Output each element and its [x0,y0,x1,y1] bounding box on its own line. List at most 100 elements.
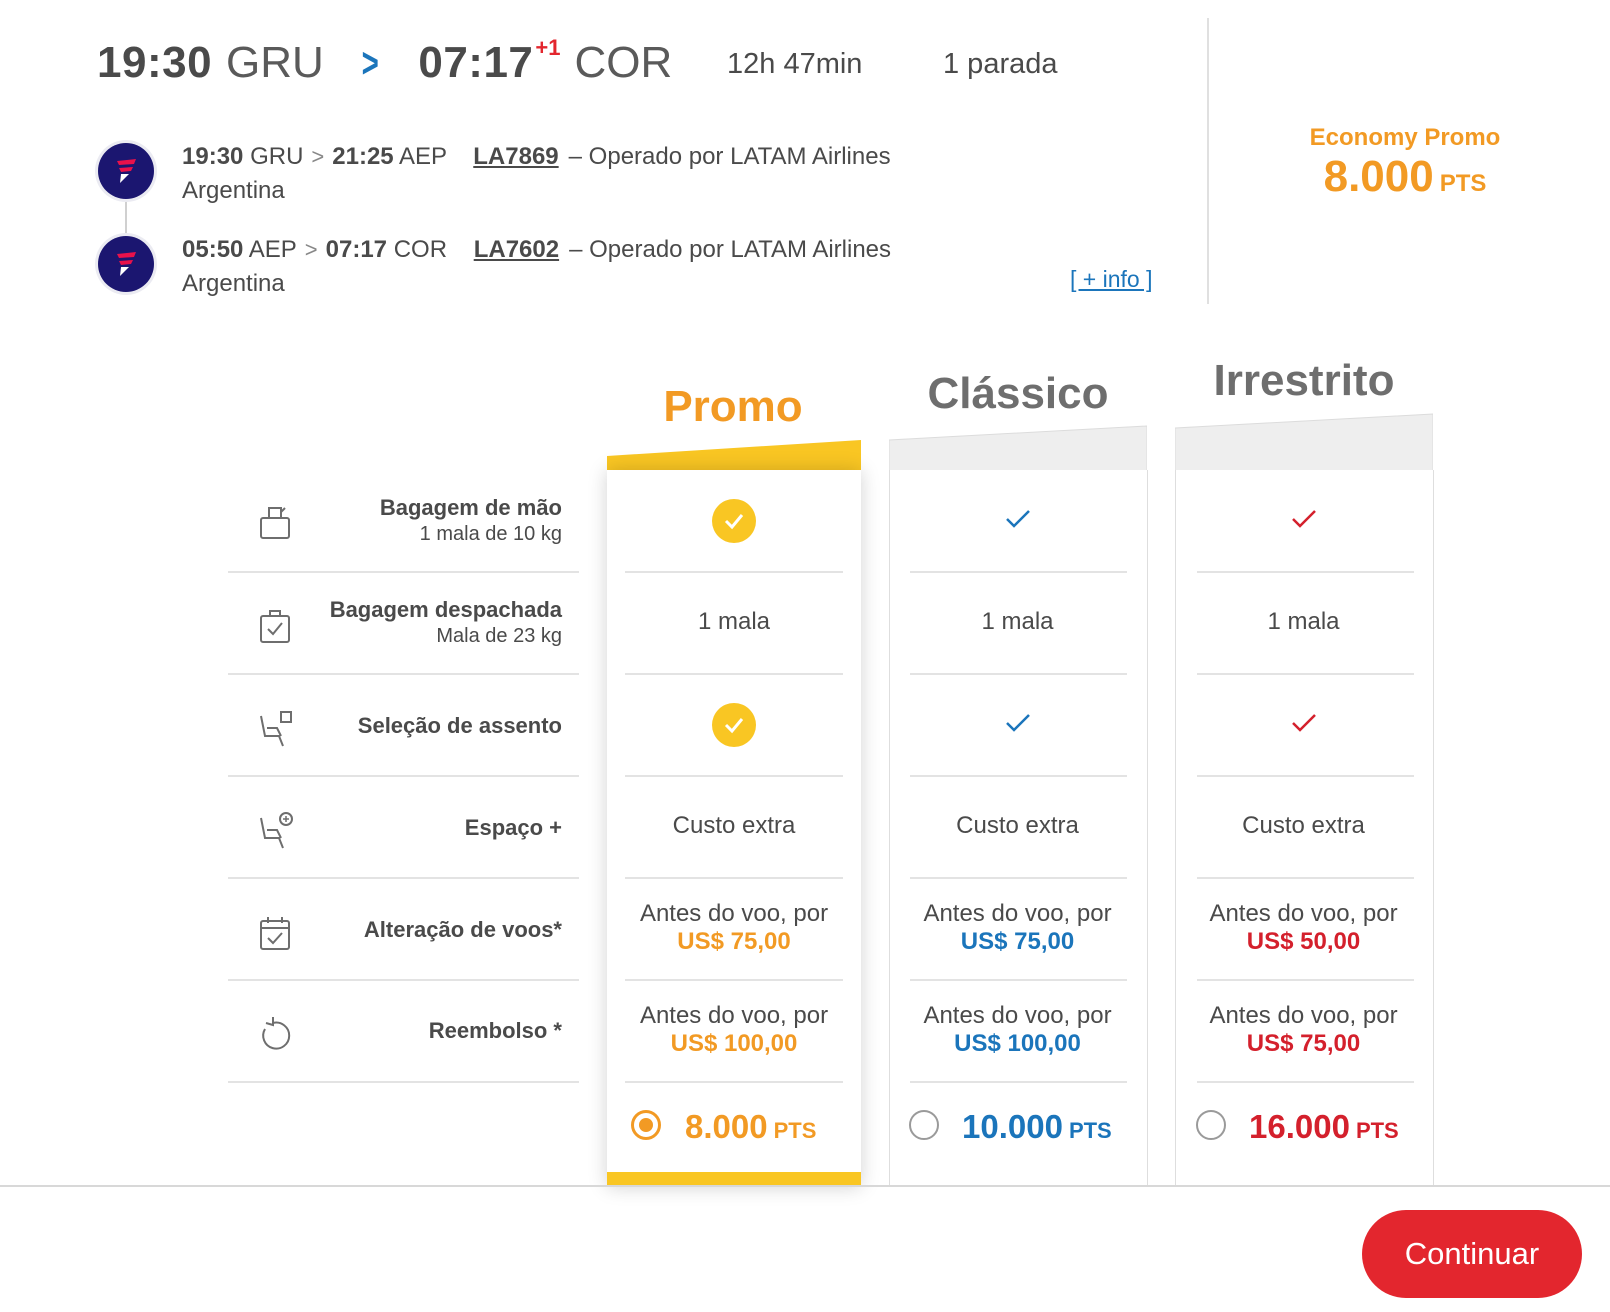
check-icon [1292,714,1316,732]
column-title-classico[interactable]: Clássico [889,369,1147,419]
check-circle-icon [712,499,756,543]
feature-subtitle: 1 mala de 10 kg [419,523,562,545]
fare-radio-promo[interactable] [631,1110,661,1140]
plus-day-badge: +1 [535,35,561,60]
footer-divider [0,1185,1610,1187]
departure-airport: GRU [226,38,324,87]
points-value: 8.000 [685,1108,768,1145]
row-divider [228,1081,579,1083]
selected-fare-unit: PTS [1439,170,1487,197]
cell-refund-promo: Antes do voo, por US$ 100,00 [607,1002,861,1058]
row-divider [1197,1081,1414,1083]
row-divider [625,673,843,675]
feature-title: Espaço + [464,815,562,840]
row-divider [910,571,1127,573]
fare-radio-classico[interactable] [909,1110,939,1140]
cell-checked-bag-classico: 1 mala [981,608,1054,635]
leg-1: 19:30 GRU >21:25 AEP LA7869 – Operado por … [182,140,1002,208]
points-value: 10.000 [962,1108,1063,1145]
selected-fare-label: Economy Promo [1309,124,1501,151]
refund-price: US$ 100,00 [954,1030,1081,1057]
leg-2-arr-time: 07:17 [325,236,388,263]
departure-time: 19:30 [97,38,213,87]
radio-dot [639,1118,653,1132]
leg-2-flight-number[interactable]: LA7602 [474,236,559,263]
fare-points-promo: 8.000 PTS [685,1108,816,1146]
more-info-link[interactable]: [ + info ] [1070,266,1152,293]
points-unit: PTS [773,1118,817,1143]
row-divider [625,1081,843,1083]
fare-points-classico: 10.000 PTS [962,1108,1112,1146]
leg-2-arr-code: COR [393,236,448,263]
cell-checked-bag-irrestrito: 1 mala [1267,608,1340,635]
leg-2-dep-code: AEP [248,236,297,263]
row-divider [910,877,1127,879]
refund-price: US$ 75,00 [1246,1030,1361,1057]
chevron-right-icon: > [361,39,379,86]
arrival-airport: COR [574,38,673,87]
row-divider [1197,979,1414,981]
promo-column-tab[interactable] [607,438,861,472]
refund-text: Antes do voo, por [923,1002,1112,1029]
points-value: 16.000 [1249,1108,1350,1145]
cell-change-irrestrito: Antes do voo, por US$ 50,00 [1175,900,1432,956]
cell-extra-space-promo: Custo extra [672,812,796,839]
change-text: Antes do voo, por [639,900,829,927]
row-divider [228,673,579,675]
change-price: US$ 75,00 [960,928,1075,955]
cell-extra-space-classico: Custo extra [956,812,1079,839]
chevron-right-icon: > [304,237,318,262]
leg-2: 05:50 AEP >07:17 COR LA7602 – Operado por … [182,233,1002,301]
leg-1-arr-time: 21:25 [332,143,394,170]
check-circle-icon [712,703,756,747]
leg-2-dep-time: 05:50 [182,236,244,263]
change-price: US$ 50,00 [1246,928,1361,955]
row-divider [625,571,843,573]
cell-change-promo: Antes do voo, por US$ 75,00 [607,900,861,956]
cell-change-classico: Antes do voo, por US$ 75,00 [889,900,1146,956]
row-divider [1197,571,1414,573]
irrestrito-column-tab[interactable] [1175,412,1433,472]
chevron-right-icon: > [311,144,325,169]
change-text: Antes do voo, por [1209,900,1398,927]
row-divider [228,571,579,573]
feature-title: Reembolso * [428,1018,562,1043]
fare-points-irrestrito: 16.000 PTS [1249,1108,1399,1146]
row-divider [228,979,579,981]
leg-1-flight-number[interactable]: LA7869 [473,143,558,170]
refund-text: Antes do voo, por [639,1002,829,1029]
cell-extra-space-irrestrito: Custo extra [1242,812,1365,839]
row-divider [910,775,1127,777]
feature-title: Bagagem despachada [329,597,562,622]
leg-2-operator-country: Argentina [182,270,285,297]
stops-count: 1 parada [943,48,1058,80]
change-price: US$ 75,00 [677,928,791,955]
arrival-time: 07:17 [418,38,534,87]
feature-title: Seleção de assento [357,713,562,738]
refund-text: Antes do voo, por [1209,1002,1398,1029]
column-title-irrestrito[interactable]: Irrestrito [1175,356,1433,406]
leg-1-dep-time: 19:30 [182,143,244,170]
refund-price: US$ 100,00 [670,1030,798,1057]
row-divider [625,979,843,981]
row-divider [625,877,843,879]
leg-1-operator-country: Argentina [182,177,285,204]
leg-2-operator: – Operado por LATAM Airlines [569,236,892,263]
row-divider [910,979,1127,981]
latam-logo-icon [98,236,154,292]
feature-title: Bagagem de mão [379,495,562,520]
cell-refund-classico: Antes do voo, por US$ 100,00 [889,1002,1146,1058]
check-icon [1006,510,1030,528]
row-divider [1197,775,1414,777]
classico-column-tab[interactable] [889,424,1147,472]
change-text: Antes do voo, por [923,900,1112,927]
row-divider [910,673,1127,675]
row-divider [1197,673,1414,675]
continue-button[interactable]: Continuar [1362,1210,1582,1298]
divider [1207,18,1209,304]
column-title-promo[interactable]: Promo [607,382,859,432]
fare-radio-irrestrito[interactable] [1196,1110,1226,1140]
points-unit: PTS [1355,1118,1399,1143]
selected-fare-price: 8.000 PTS [1280,152,1530,202]
cell-checked-bag-promo: 1 mala [697,608,771,635]
